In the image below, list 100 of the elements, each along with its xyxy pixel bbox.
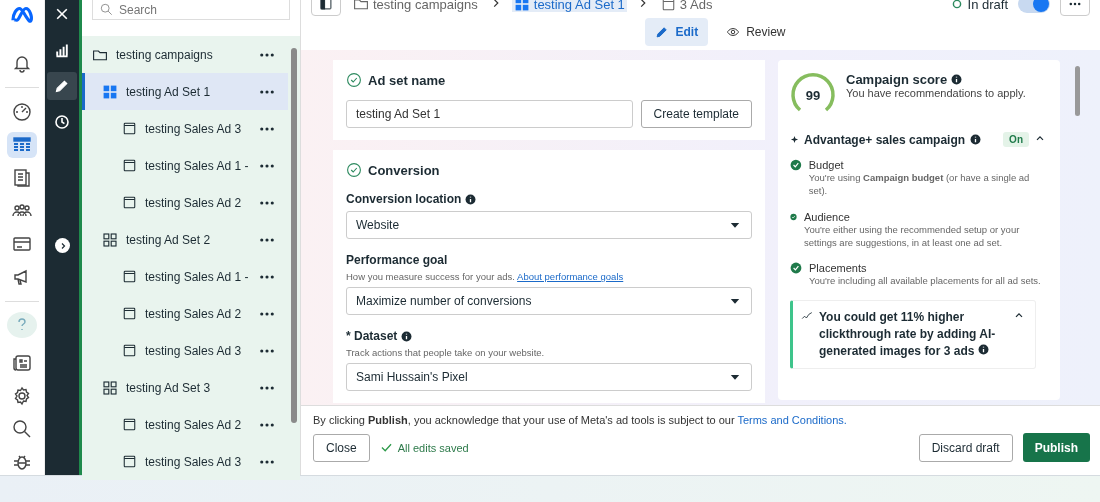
section-title: Conversion xyxy=(368,162,440,178)
tree-item[interactable]: testing Ad Set 2 xyxy=(82,221,288,258)
more-icon xyxy=(260,274,274,279)
credit-card-icon xyxy=(12,234,32,254)
info-icon xyxy=(977,344,989,356)
grid-icon xyxy=(513,0,530,12)
item-description: You're using Campaign budget (or have a single ad set). xyxy=(808,171,1031,198)
tree-item[interactable]: testing Sales Ad 2 xyxy=(82,184,288,221)
advantage-title: Advantage+ sales campaign xyxy=(804,132,966,147)
more-icon xyxy=(260,311,274,316)
tree-item[interactable]: testing Sales Ad 1 - xyxy=(82,147,288,184)
save-status: All edits saved xyxy=(397,441,469,454)
item-description: You're either using the recommended setup or your settings are suggestions, in at least one ad set. xyxy=(804,222,1021,250)
draft-status: In draft xyxy=(950,0,1008,12)
info-icon xyxy=(951,74,963,85)
ad-frame-icon xyxy=(122,195,137,210)
item-title: Audience xyxy=(804,210,851,223)
grid-icon xyxy=(102,231,118,248)
trend-icon xyxy=(801,309,813,322)
more-options-button[interactable] xyxy=(260,459,274,464)
score-subtitle: You have recommendations to apply. xyxy=(846,87,1026,99)
dropdown[interactable]: Sami Hussain's Pixel xyxy=(346,363,752,391)
tree-item[interactable]: testing Sales Ad 3 xyxy=(82,332,288,369)
more-options-button[interactable] xyxy=(260,52,274,57)
grid-icon xyxy=(102,379,118,396)
more-icon xyxy=(260,237,274,242)
more-options-button[interactable] xyxy=(260,274,274,279)
info-icon xyxy=(465,193,477,205)
tree-item[interactable]: testing Sales Ad 1 - xyxy=(82,258,288,295)
recommendation-text: You could get 11% higher clickthrough rate by adding AI-generated images for 3 ads xyxy=(819,309,997,360)
close-icon xyxy=(54,6,70,22)
check-circle-icon xyxy=(346,72,362,88)
check-circle-icon xyxy=(790,159,802,171)
more-icon xyxy=(260,89,274,94)
dropdown[interactable]: Maximize number of conversions xyxy=(346,287,752,315)
tree-item[interactable]: testing Sales Ad 3 xyxy=(82,110,288,147)
section-title: Ad set name xyxy=(368,72,446,88)
more-icon xyxy=(260,385,274,390)
news-icon xyxy=(12,353,32,373)
info-icon xyxy=(401,330,413,342)
clock-icon xyxy=(54,114,70,130)
more-options-button[interactable] xyxy=(260,126,274,131)
toggle-switch[interactable] xyxy=(1018,0,1050,13)
scrollbar-thumb[interactable] xyxy=(291,48,297,423)
more-options-button[interactable] xyxy=(260,385,274,390)
check-icon xyxy=(379,441,393,454)
tree-item[interactable]: testing Ad Set 3 xyxy=(82,369,288,406)
breadcrumb-link[interactable]: testing campaigns xyxy=(351,0,480,12)
item-title: Budget xyxy=(808,159,845,171)
ad-frame-icon xyxy=(122,417,137,432)
ad-frame-icon xyxy=(122,306,137,321)
ad-set-name-field[interactable]: testing Ad Set 1 xyxy=(346,100,633,128)
help-link[interactable]: About performance goals xyxy=(517,271,624,282)
folder-icon xyxy=(353,0,369,12)
ad-frame-icon xyxy=(122,343,137,358)
more-icon xyxy=(260,422,274,427)
field-label: Performance goal xyxy=(346,253,448,267)
item-description: You're including all available placements for all ad sets. xyxy=(809,274,1041,288)
score-gauge: 99 xyxy=(790,72,836,118)
create-template-button[interactable]: Create template xyxy=(640,100,752,128)
more-options-button[interactable] xyxy=(260,311,274,316)
sidebar-icon xyxy=(319,0,333,11)
tree-item[interactable]: testing Sales Ad 2 xyxy=(82,406,288,443)
more-icon xyxy=(260,200,274,205)
pencil-icon xyxy=(655,25,670,39)
tree-item[interactable]: testing Sales Ad 3 xyxy=(82,443,288,480)
search-field[interactable]: Search xyxy=(92,0,290,20)
field-label: * Dataset xyxy=(346,329,398,343)
more-options-button[interactable] xyxy=(260,422,274,427)
help-text: How you measure success for your ads. xyxy=(346,271,515,282)
tool-button[interactable] xyxy=(47,72,77,100)
more-options-button[interactable] xyxy=(260,237,274,242)
expand-button[interactable] xyxy=(55,238,70,253)
tree-item[interactable]: testing Sales Ad 2 xyxy=(82,295,288,332)
ad-frame-icon xyxy=(122,121,137,136)
breadcrumb-link[interactable]: 3 Ads xyxy=(658,0,715,12)
ad-frame-icon xyxy=(122,269,137,284)
close-button[interactable]: Close xyxy=(313,433,370,462)
bar-chart-icon xyxy=(54,42,70,58)
more-icon xyxy=(260,126,274,131)
score-title: Campaign score xyxy=(846,72,948,87)
tree-item[interactable]: testing campaigns xyxy=(82,36,288,73)
discard-draft-button[interactable]: Discard draft xyxy=(918,433,1013,462)
publish-button[interactable]: Publish xyxy=(1022,433,1090,462)
terms-link[interactable]: Terms and Conditions. xyxy=(737,414,847,426)
mode-tab[interactable]: Edit xyxy=(645,18,709,46)
sidebar-button[interactable] xyxy=(7,132,37,158)
scrollbar-thumb[interactable] xyxy=(1074,66,1080,116)
tree-item[interactable]: testing Ad Set 1 xyxy=(82,73,288,110)
bell-icon xyxy=(12,53,32,73)
more-options-button[interactable] xyxy=(260,200,274,205)
breadcrumb-link[interactable]: testing Ad Set 1 xyxy=(511,0,627,12)
eye-icon xyxy=(726,25,741,39)
dropdown[interactable]: Website xyxy=(346,211,752,239)
mode-tab[interactable]: Review xyxy=(716,18,796,46)
search-icon xyxy=(12,419,32,439)
more-options-button[interactable] xyxy=(260,89,274,94)
sparkle-icon xyxy=(790,135,799,144)
more-options-button[interactable] xyxy=(260,348,274,353)
more-options-button[interactable] xyxy=(260,163,274,168)
